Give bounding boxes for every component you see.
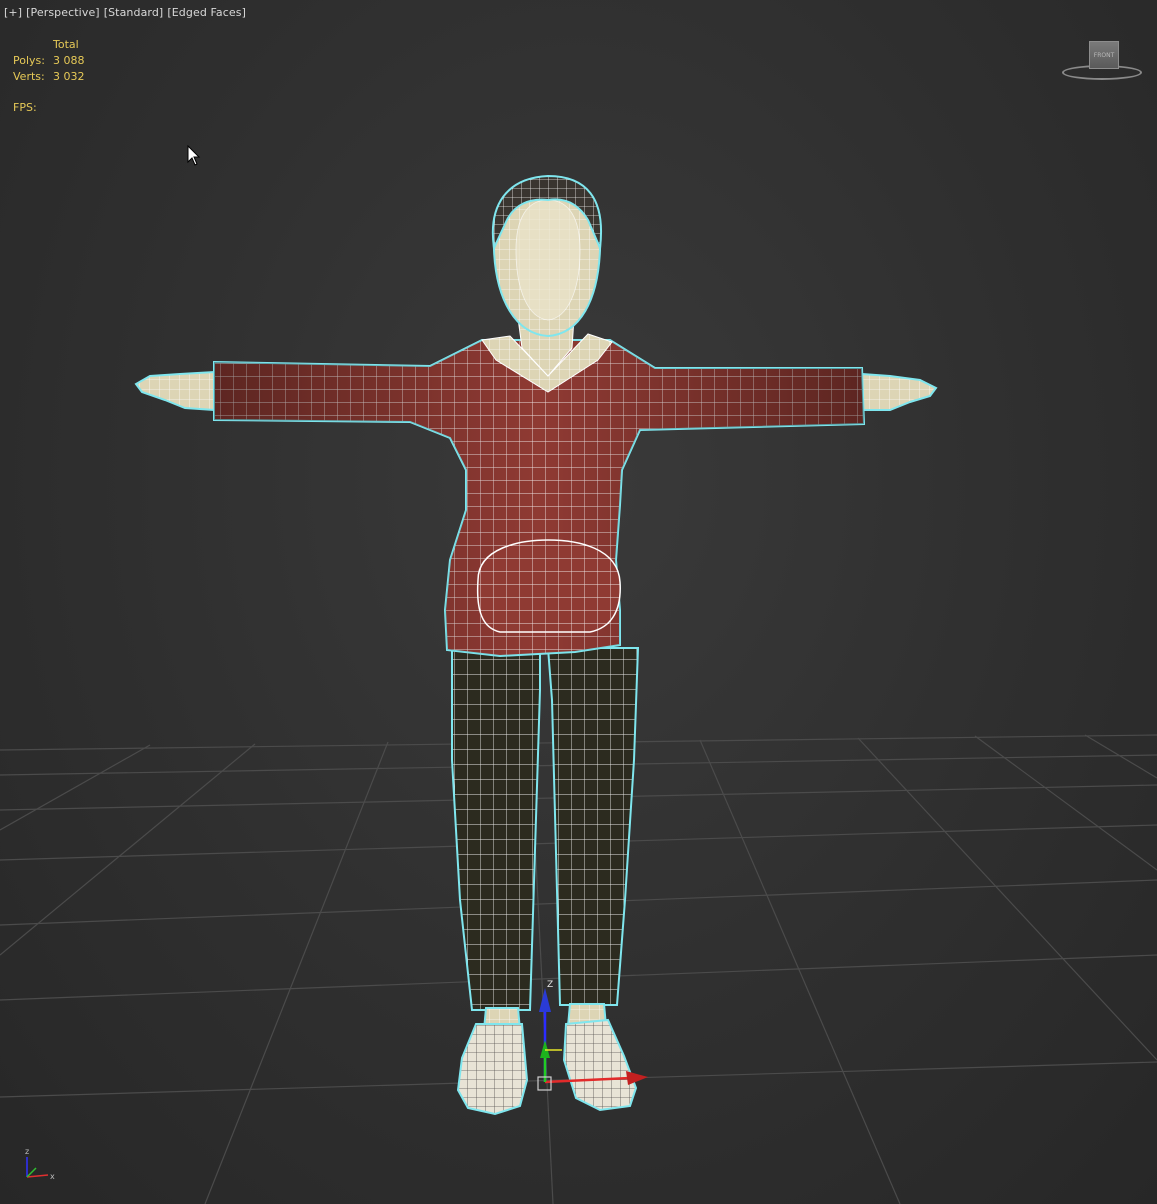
verts-label: Verts: — [13, 70, 45, 83]
svg-text:z: z — [25, 1147, 29, 1156]
left-hand — [134, 370, 216, 412]
viewport-general-menu[interactable]: [+] — [4, 6, 22, 19]
viewport-label-menu: [+] [Perspective] [Standard] [Edged Face… — [4, 6, 246, 19]
hoodie-pocket — [476, 539, 621, 633]
viewcube-front-face[interactable]: FRONT — [1089, 41, 1119, 69]
left-shoe — [456, 1023, 529, 1116]
fps-label: FPS: — [13, 101, 37, 114]
polys-value: 3 088 — [53, 54, 85, 67]
statistics-overlay: Total Polys: 3 088 Verts: 3 032 — [13, 37, 85, 85]
left-leg — [451, 647, 541, 1011]
viewport-view-menu[interactable]: [Perspective] — [26, 6, 100, 19]
perspective-viewport[interactable]: Z z x [+] [Perspective] [Standard] [Edge… — [0, 0, 1157, 1204]
right-leg — [546, 647, 640, 1006]
verts-value: 3 032 — [53, 70, 85, 83]
viewport-shading-menu[interactable]: [Standard] — [104, 6, 164, 19]
gizmo-z-label: Z — [547, 980, 553, 990]
viewport-display-menu[interactable]: [Edged Faces] — [167, 6, 246, 19]
mouse-cursor-icon — [187, 145, 201, 166]
right-hand — [861, 372, 938, 411]
stats-header: Total — [53, 38, 79, 51]
svg-text:x: x — [50, 1172, 55, 1181]
scene-canvas[interactable]: Z z x — [0, 0, 1157, 1204]
polys-label: Polys: — [13, 54, 45, 67]
viewcube[interactable]: FRONT — [1060, 38, 1142, 82]
world-axis-tripod: z x — [25, 1147, 55, 1181]
character-model[interactable] — [134, 174, 938, 1116]
right-shoe — [562, 1018, 638, 1112]
